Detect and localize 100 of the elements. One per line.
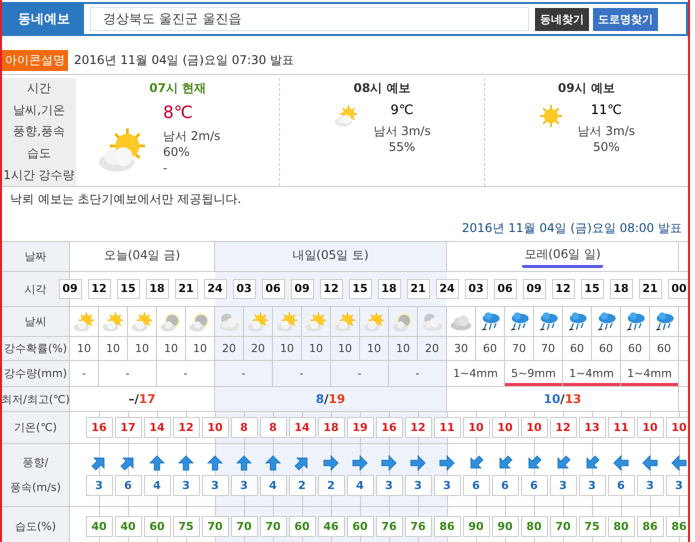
hour-label: 12 xyxy=(88,279,110,299)
rain-amount-cell: - xyxy=(389,361,447,386)
humidity-value: 80 xyxy=(608,516,634,536)
day-label: 모레(06일 일) xyxy=(522,246,603,268)
day-label: 내일(05일 토) xyxy=(291,247,370,264)
section-title: 동네예보 xyxy=(4,4,84,34)
humidity-value: 90 xyxy=(462,516,490,536)
search-button[interactable]: 동네찾기 xyxy=(535,8,589,30)
humidity-value: 70 xyxy=(260,516,286,536)
wind-arrow-icon xyxy=(352,454,368,470)
wind-speed-value: 3 xyxy=(86,474,112,496)
rain-amount-cell: - xyxy=(70,361,99,386)
hour-label: 03 xyxy=(464,279,488,299)
temperature-value: 10 xyxy=(520,417,548,438)
humidity-value: 40 xyxy=(86,516,112,536)
row-label: 강수확률(%) xyxy=(2,337,70,360)
search-button[interactable]: 도로명찾기 xyxy=(593,8,658,30)
row-label: 풍속(m/s) xyxy=(10,480,61,495)
row-label: 날짜 xyxy=(2,242,70,271)
rain-amount-cell: - xyxy=(215,361,273,386)
hour-label: 21 xyxy=(406,279,430,299)
humidity-value: 60 xyxy=(144,516,170,536)
humidity-value: 86 xyxy=(636,516,664,536)
sun-cloud-icon xyxy=(246,310,270,334)
row-label: 1시간 강수량 xyxy=(3,166,75,184)
probability-cell: 60 xyxy=(621,337,650,360)
probability-cell: 70 xyxy=(534,337,563,360)
wind-speed-value: 3 xyxy=(434,474,460,496)
probability-cell: 10 xyxy=(70,337,99,360)
hour-label: 12 xyxy=(320,279,342,299)
hour-label: 15 xyxy=(580,279,604,299)
hour-label: 24 xyxy=(204,279,226,299)
humidity-value: 60% xyxy=(162,145,190,160)
wind-arrow-icon xyxy=(613,454,629,470)
sun-cloud-icon xyxy=(333,103,360,129)
wind-speed-value: 6 xyxy=(608,474,634,496)
humidity-value: 60 xyxy=(346,516,374,536)
probability-cell: 10 xyxy=(99,337,128,360)
hour-label: 09 xyxy=(522,279,546,299)
hour-label: 18 xyxy=(378,279,400,299)
sun-cloud-icon xyxy=(304,310,328,334)
temperature: 9℃ xyxy=(390,103,414,118)
rain-amount-cell: - xyxy=(331,361,389,386)
humidity-value: 90 xyxy=(492,516,518,536)
row-label: 풍향,풍속 xyxy=(13,123,65,140)
humidity-value: 86 xyxy=(666,516,688,536)
min-max-temperature: –/17 xyxy=(128,392,156,406)
humidity-value: 75 xyxy=(172,516,200,536)
wind-speed-value: 3 xyxy=(550,474,576,496)
temperature-value: 8 xyxy=(230,417,258,438)
hour-label: 21 xyxy=(174,279,198,299)
hour-label: 18 xyxy=(610,279,632,299)
sun-cloud-icon xyxy=(101,310,125,334)
probability-cell: 70 xyxy=(505,337,534,360)
probability-cell: 30 xyxy=(447,337,476,360)
wind-arrow-icon xyxy=(439,454,455,470)
temperature-value: 18 xyxy=(318,417,344,438)
hour-title: 09시 예보 xyxy=(558,80,615,97)
address-field[interactable]: 경상북도 울진군 울진읍 xyxy=(90,7,529,31)
probability-cell: 60 xyxy=(563,337,592,360)
wind-speed-value: 3 xyxy=(666,474,688,496)
row-label: 강수량(mm) xyxy=(2,361,70,386)
wind-speed-value: 3 xyxy=(578,474,606,496)
humidity-value: 46 xyxy=(318,516,344,536)
sun-cloud-icon xyxy=(130,310,154,334)
rain-amount-cell: 1~4mm xyxy=(447,361,505,386)
row-label: 습도(%) xyxy=(2,507,70,542)
probability-cell: 20 xyxy=(215,337,244,360)
humidity-value: 86 xyxy=(434,516,460,536)
probability-cell: 10 xyxy=(302,337,331,360)
wind-arrow-icon xyxy=(236,454,252,470)
hour-label: 09 xyxy=(58,279,82,299)
probability-cell: 20 xyxy=(418,337,447,360)
hour-label: 06 xyxy=(262,279,284,299)
wind-speed-value: 3 xyxy=(404,474,432,496)
row-label: 날씨 xyxy=(2,307,70,336)
hour-label: 03 xyxy=(232,279,256,299)
hour-label: 09 xyxy=(290,279,314,299)
wind-arrow-icon xyxy=(642,454,658,470)
wind-speed-value: 4 xyxy=(260,474,286,496)
issue-time: 2016년 11월 04일 (금)요일 08:00 발표 xyxy=(460,220,683,237)
rain-amount-cell: 1~4mm xyxy=(563,361,621,386)
temperature-value: 11 xyxy=(608,417,634,438)
sun-cloud-icon xyxy=(72,310,96,334)
temperature-value: 10 xyxy=(666,417,688,438)
hour-label: 06 xyxy=(494,279,516,299)
humidity-value: 40 xyxy=(114,516,142,536)
wind-speed-value: 2 xyxy=(288,474,316,496)
probability-cell: 10 xyxy=(128,337,157,360)
temperature-value: 17 xyxy=(114,417,142,438)
humidity-value: 76 xyxy=(376,516,402,536)
temperature-value: 12 xyxy=(404,417,432,438)
hour-label: 00 xyxy=(668,279,688,299)
rain-amount-cell: 1~4mm xyxy=(621,361,679,386)
rain-amount-cell: - xyxy=(273,361,331,386)
temperature-value: 16 xyxy=(86,417,112,438)
humidity-value: 55% xyxy=(388,140,416,155)
humidity-value: 70 xyxy=(230,516,258,536)
probability-cell: 20 xyxy=(244,337,273,360)
wind-speed-value: 4 xyxy=(144,474,170,496)
